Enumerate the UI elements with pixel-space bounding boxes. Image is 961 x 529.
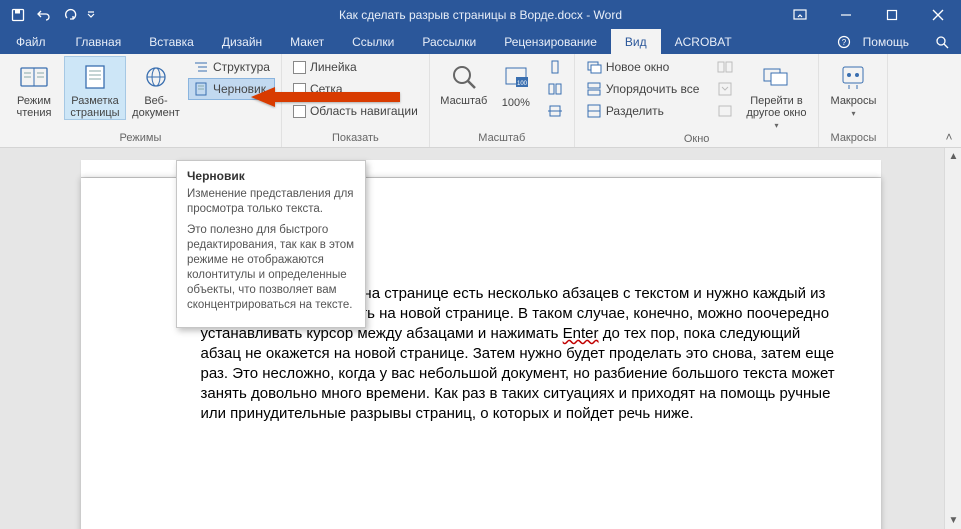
read-mode-button[interactable]: Режим чтения: [6, 56, 62, 120]
tab-review[interactable]: Рецензирование: [490, 29, 611, 54]
collapse-ribbon-button[interactable]: ˄: [941, 129, 957, 145]
close-button[interactable]: [915, 0, 961, 29]
undo-button[interactable]: [32, 3, 56, 27]
zoom-icon: [448, 61, 480, 93]
tab-acrobat[interactable]: ACROBAT: [661, 29, 746, 54]
sync-scroll-icon: [717, 81, 733, 97]
group-zoom: Масштаб 100 100% Масштаб: [430, 54, 575, 147]
tooltip-draft: Черновик Изменение представления для про…: [176, 160, 366, 328]
enter-word: Enter: [563, 325, 599, 342]
switch-windows-icon: [760, 61, 792, 93]
draft-icon: [193, 81, 209, 97]
split-icon: [586, 103, 602, 119]
group-show-label: Показать: [288, 130, 423, 147]
ruler-checkbox[interactable]: Линейка: [288, 56, 423, 78]
outline-icon: [193, 59, 209, 75]
tooltip-text: Изменение представления для просмотра то…: [187, 187, 355, 217]
window-title: Как сделать разрыв страницы в Ворде.docx…: [339, 8, 622, 22]
tab-home[interactable]: Главная: [62, 29, 136, 54]
document-area: Представьте, что у вас на странице есть …: [0, 148, 961, 529]
chevron-down-icon: ▾: [774, 121, 778, 130]
multi-page-button[interactable]: [542, 78, 568, 100]
page-width-button[interactable]: [542, 100, 568, 122]
multi-page-icon: [547, 81, 563, 97]
group-show: Линейка Сетка Область навигации Показать: [282, 54, 430, 147]
web-layout-icon: [140, 61, 172, 93]
svg-text:?: ?: [841, 38, 846, 47]
save-button[interactable]: [6, 3, 30, 27]
checkbox-icon: [293, 105, 306, 118]
group-views-label: Режимы: [6, 130, 275, 147]
svg-text:100: 100: [517, 81, 528, 87]
tooltip-title: Черновик: [187, 169, 355, 183]
gridlines-checkbox[interactable]: Сетка: [288, 78, 423, 100]
tab-insert[interactable]: Вставка: [135, 29, 208, 54]
tab-view[interactable]: Вид: [611, 29, 661, 54]
checkbox-icon: [293, 61, 306, 74]
macros-button[interactable]: Макросы ▾: [825, 56, 881, 119]
group-views: Режим чтения Разметка страницы Веб-докум…: [0, 54, 282, 147]
reset-window-icon: [717, 103, 733, 119]
ribbon-tabs: Файл Главная Вставка Дизайн Макет Ссылки…: [0, 29, 961, 54]
ribbon-display-options-button[interactable]: [777, 0, 823, 29]
new-window-button[interactable]: Новое окно: [581, 56, 705, 78]
tab-layout[interactable]: Макет: [276, 29, 338, 54]
draft-button[interactable]: Черновик: [188, 78, 275, 100]
arrange-all-button[interactable]: Упорядочить все: [581, 78, 705, 100]
macros-icon: [837, 61, 869, 93]
side-by-side-icon: [717, 59, 733, 75]
one-page-icon: [547, 59, 563, 75]
group-window: Новое окно Упорядочить все Разделить Пер…: [575, 54, 820, 147]
qat-customize-button[interactable]: [84, 3, 98, 27]
vertical-scrollbar[interactable]: ▲ ▼: [944, 148, 961, 529]
help-icon[interactable]: ?: [835, 33, 853, 51]
help-label[interactable]: Помощь: [863, 35, 909, 49]
redo-button[interactable]: [58, 3, 82, 27]
zoom-100-button[interactable]: 100 100%: [494, 56, 538, 110]
scroll-down-button[interactable]: ▼: [945, 512, 961, 529]
tooltip-text: Это полезно для быстрого редактирования,…: [187, 223, 355, 313]
scroll-up-button[interactable]: ▲: [945, 148, 961, 165]
read-mode-icon: [18, 61, 50, 93]
page-width-icon: [547, 103, 563, 119]
switch-windows-button[interactable]: Перейти в другое окно ▾: [740, 56, 812, 131]
print-layout-icon: [79, 61, 111, 93]
zoom-100-icon: 100: [500, 61, 532, 93]
title-bar: Как сделать разрыв страницы в Ворде.docx…: [0, 0, 961, 29]
print-layout-button[interactable]: Разметка страницы: [64, 56, 126, 120]
maximize-button[interactable]: [869, 0, 915, 29]
group-window-label: Окно: [581, 131, 813, 148]
arrange-all-icon: [586, 81, 602, 97]
ribbon: Режим чтения Разметка страницы Веб-докум…: [0, 54, 961, 148]
navigation-pane-checkbox[interactable]: Область навигации: [288, 100, 423, 122]
window-controls: [777, 0, 961, 29]
split-button[interactable]: Разделить: [581, 100, 705, 122]
chevron-down-icon: ▾: [851, 109, 855, 118]
checkbox-icon: [293, 83, 306, 96]
one-page-button[interactable]: [542, 56, 568, 78]
minimize-button[interactable]: [823, 0, 869, 29]
web-layout-button[interactable]: Веб-документ: [128, 56, 184, 120]
tab-design[interactable]: Дизайн: [208, 29, 276, 54]
zoom-button[interactable]: Масштаб: [436, 56, 492, 108]
group-macros: Макросы ▾ Макросы: [819, 54, 888, 147]
group-macros-label: Макросы: [825, 130, 881, 147]
quick-access-toolbar: [0, 3, 98, 27]
tab-file[interactable]: Файл: [0, 29, 62, 54]
tab-mailings[interactable]: Рассылки: [408, 29, 490, 54]
sync-scroll-button[interactable]: [712, 78, 738, 100]
tab-references[interactable]: Ссылки: [338, 29, 408, 54]
outline-button[interactable]: Структура: [188, 56, 275, 78]
side-by-side-button[interactable]: [712, 56, 738, 78]
new-window-icon: [586, 59, 602, 75]
group-zoom-label: Масштаб: [436, 130, 568, 147]
search-icon[interactable]: [933, 33, 951, 51]
reset-window-button[interactable]: [712, 100, 738, 122]
